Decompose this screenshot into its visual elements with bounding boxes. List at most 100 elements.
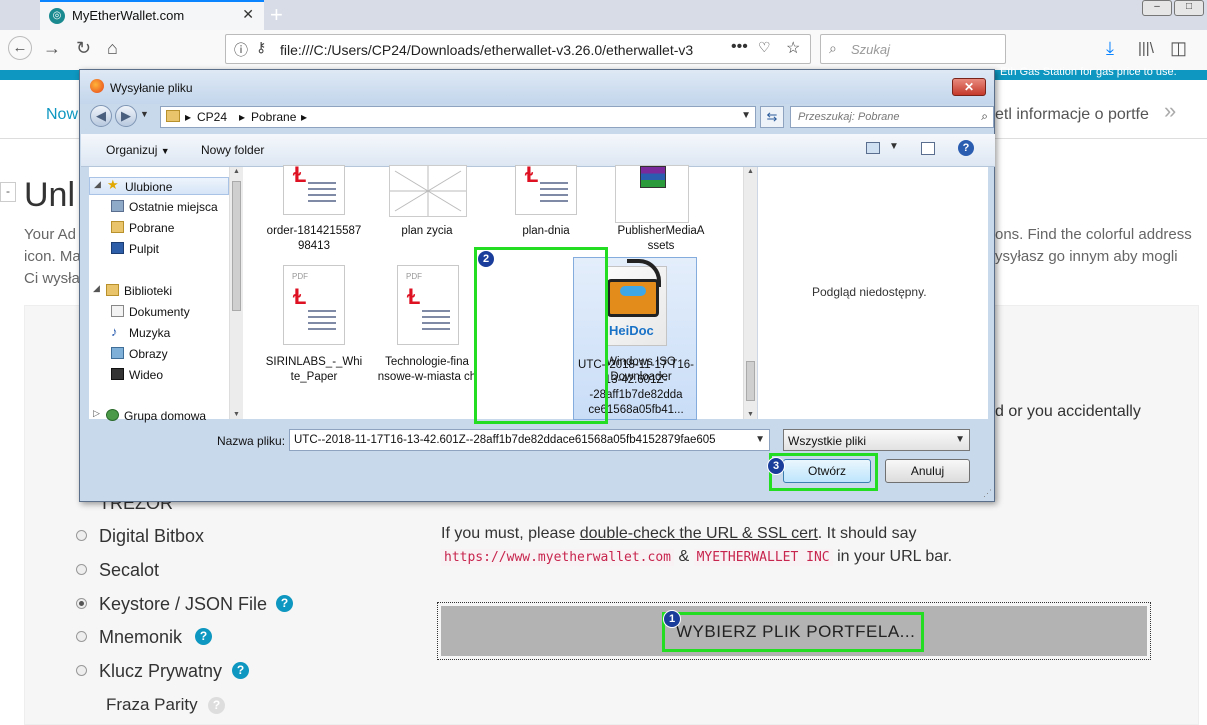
nav-item-video[interactable]: Wideo — [89, 366, 229, 384]
option-label[interactable]: Secalot — [99, 560, 159, 581]
breadcrumb-item[interactable]: CP24 — [197, 110, 227, 124]
search-placeholder: Szukaj — [851, 42, 891, 57]
scroll-down-icon[interactable]: ▼ — [233, 411, 240, 418]
heidoc-app-icon[interactable]: HeiDoc — [605, 259, 669, 345]
refresh-icon[interactable]: ⇆ — [760, 106, 784, 128]
ssl-link[interactable]: double-check the URL & SSL cert — [580, 525, 818, 542]
nav-item-desktop[interactable]: Pulpit — [89, 240, 229, 258]
file-scrollbar[interactable]: ▲ ▼ — [743, 167, 757, 419]
new-tab-icon[interactable]: + — [270, 2, 283, 28]
resize-grip-icon[interactable]: ⋰ — [983, 488, 992, 499]
back-icon[interactable]: ← — [8, 36, 32, 60]
radio-secalot[interactable] — [76, 564, 87, 575]
history-dropdown-icon[interactable]: ▼ — [140, 109, 149, 119]
breadcrumb-arrow[interactable]: ▸ — [239, 110, 245, 124]
nav-item-downloads[interactable]: Pobrane — [89, 219, 229, 237]
nav-item-favorites[interactable]: ◢ ★ Ulubione — [89, 177, 229, 195]
forward-icon[interactable]: → — [43, 38, 61, 59]
expand-icon[interactable]: ◢ — [93, 283, 101, 295]
nav-item-pictures[interactable]: Obrazy — [89, 345, 229, 363]
radio-private-key[interactable] — [76, 665, 87, 676]
reload-icon[interactable]: ↻ — [76, 38, 91, 59]
file-item-technologie[interactable]: Technologie-fina nsowe-w-miasta ch — [371, 355, 483, 385]
dialog-back-icon[interactable]: ◀ — [90, 105, 112, 127]
expand-icon[interactable]: ▷ — [93, 408, 101, 420]
pdf-file-icon[interactable]: Ɫ — [283, 162, 345, 215]
url-bar[interactable]: ⓘ ⚷ file:///C:/Users/CP24/Downloads/ethe… — [225, 34, 811, 64]
preview-pane-icon[interactable] — [921, 142, 935, 155]
file-scroll-thumb[interactable] — [746, 361, 755, 401]
help-icon[interactable]: ? — [958, 140, 974, 156]
help-icon[interactable]: ? — [232, 662, 249, 679]
file-item-plan-dnia[interactable]: plan-dnia — [490, 224, 602, 239]
nav-scrollbar[interactable]: ▲ ▼ — [229, 167, 243, 419]
library-icon[interactable]: |||\ — [1138, 40, 1154, 57]
expand-icon[interactable]: ◢ — [94, 179, 102, 191]
pdf-file-icon[interactable]: Ɫ — [515, 162, 577, 215]
image-thumbnail[interactable] — [389, 165, 467, 217]
file-item-order[interactable]: order-1814215587 98413 — [258, 224, 370, 254]
page-nav-left[interactable]: Now — [46, 106, 78, 124]
help-icon[interactable]: ? — [276, 595, 293, 612]
pdf-file-icon[interactable]: PDF Ɫ — [283, 265, 345, 345]
path-dropdown-icon[interactable]: ▼ — [741, 110, 751, 121]
dialog-search-input[interactable]: Przeszukaj: Pobrane ⌕ — [790, 106, 994, 128]
nav-item-music[interactable]: ♪ Muzyka — [89, 324, 229, 342]
file-type-select[interactable]: Wszystkie pliki ▼ — [783, 429, 970, 451]
radio-keystore[interactable] — [76, 598, 87, 609]
key-icon: ⚷ — [256, 39, 267, 55]
dialog-forward-icon[interactable]: ▶ — [115, 105, 137, 127]
radio-mnemonic[interactable] — [76, 631, 87, 642]
file-item-publisher[interactable]: PublisherMediaA ssets — [605, 224, 717, 254]
pdf-file-icon[interactable]: PDF Ɫ — [397, 265, 459, 345]
downloads-icon[interactable]: ⤓ — [1106, 38, 1114, 59]
minimize-icon[interactable]: – — [1142, 0, 1172, 16]
search-input[interactable]: ⌕ Szukaj — [820, 34, 1006, 64]
maximize-icon[interactable]: □ — [1174, 0, 1204, 16]
option-label[interactable]: Fraza Parity — [106, 695, 198, 715]
option-label[interactable]: Keystore / JSON File — [99, 594, 267, 615]
option-label[interactable]: Klucz Prywatny — [99, 661, 222, 682]
option-label[interactable]: Digital Bitbox — [99, 526, 204, 547]
scroll-up-icon[interactable]: ▲ — [747, 168, 754, 175]
help-icon[interactable]: ? — [208, 697, 225, 714]
chevron-down-icon[interactable]: ▼ — [755, 434, 765, 445]
collapse-icon[interactable]: - — [0, 182, 16, 202]
site-info-icon[interactable]: ⓘ — [234, 40, 248, 60]
sidebar-icon[interactable]: ◫ — [1170, 38, 1187, 59]
view-dropdown-icon[interactable]: ▼ — [889, 141, 899, 152]
view-icon[interactable] — [866, 142, 880, 154]
file-item-plan-zycia[interactable]: plan zycia — [371, 224, 483, 239]
nav-item-libraries[interactable]: ◢ Biblioteki — [89, 282, 229, 300]
page-nav-right[interactable]: etl informacje o portfe — [995, 106, 1149, 124]
new-folder-button[interactable]: Nowy folder — [201, 143, 264, 157]
bookmark-star-icon[interactable]: ☆ — [786, 38, 800, 58]
home-icon[interactable]: ⌂ — [107, 38, 118, 59]
filename-input[interactable]: UTC--2018-11-17T16-13-42.601Z--28aff1b7d… — [289, 429, 770, 451]
breadcrumb-arrow[interactable]: ▸ — [185, 110, 191, 124]
help-icon[interactable]: ? — [195, 628, 212, 645]
path-breadcrumb[interactable]: ▸ CP24 ▸ Pobrane ▸ ▼ — [160, 106, 756, 128]
breadcrumb-arrow[interactable]: ▸ — [301, 110, 307, 124]
url-text[interactable]: file:///C:/Users/CP24/Downloads/etherwal… — [280, 42, 700, 58]
scroll-down-icon[interactable]: ▼ — [747, 411, 754, 418]
pocket-icon[interactable]: ♡ — [758, 39, 771, 56]
browser-tab[interactable]: ◎ MyEtherWallet.com ✕ — [40, 0, 264, 30]
organize-button[interactable]: Organizuj ▼ — [106, 143, 170, 157]
option-label[interactable]: Mnemonik — [99, 627, 182, 648]
radio-digital-bitbox[interactable] — [76, 530, 87, 541]
chevron-right-icon[interactable]: » — [1164, 98, 1176, 124]
nav-item-documents[interactable]: Dokumenty — [89, 303, 229, 321]
nav-item-homegroup[interactable]: ▷ Grupa domowa — [89, 407, 229, 425]
dialog-close-icon[interactable]: ✕ — [952, 78, 986, 96]
navigation-pane: ◢ ★ Ulubione Ostatnie miejsca Pobrane Pu… — [89, 167, 242, 423]
breadcrumb-item[interactable]: Pobrane — [251, 110, 296, 124]
tab-close-icon[interactable]: ✕ — [242, 6, 254, 23]
page-actions-icon[interactable]: ••• — [731, 38, 748, 56]
cancel-button[interactable]: Anuluj — [885, 459, 970, 483]
archive-thumbnail[interactable] — [615, 165, 689, 223]
scroll-up-icon[interactable]: ▲ — [233, 168, 240, 175]
nav-scroll-thumb[interactable] — [232, 181, 241, 311]
file-item-sirinlabs[interactable]: SIRINLABS_-_Whi te_Paper — [258, 355, 370, 385]
nav-item-recent[interactable]: Ostatnie miejsca — [89, 198, 229, 216]
